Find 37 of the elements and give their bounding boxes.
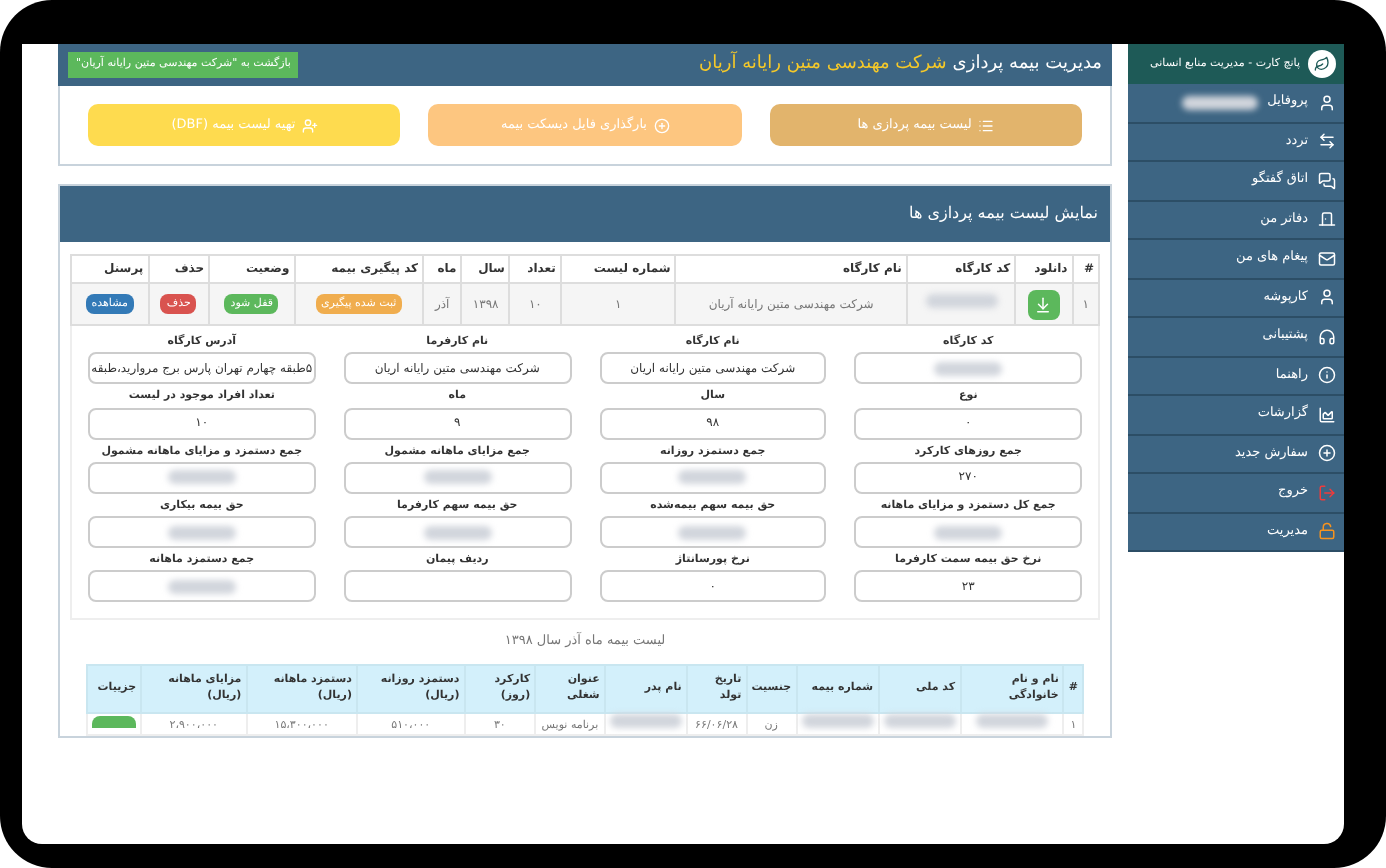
input-field[interactable] [343,516,571,548]
company-name: شرکت مهندسی متین رایانه آریان [699,51,947,78]
panel-title: نمایش لیست بیمه پردازی ها [909,202,1098,226]
input-field[interactable] [343,570,571,603]
redacted-blur [925,294,997,308]
redacted-blur [801,714,874,728]
door-icon [1318,210,1336,229]
input-field[interactable] [599,516,827,548]
chart-icon [1318,405,1336,424]
redacted-blur [609,714,682,728]
arrows-icon [1318,132,1336,151]
chat-icon [1318,171,1336,190]
logout-icon [1318,483,1336,502]
download-icon [1034,295,1053,313]
details-button[interactable] [92,716,137,728]
user-plus-icon [301,117,318,133]
redacted-blur [975,714,1048,728]
plus-icon [1318,444,1336,463]
input-field[interactable] [88,516,316,548]
mail-icon [1318,249,1336,268]
user-icon [1318,288,1336,307]
headset-icon [1318,327,1336,346]
page-title: مدیریت بیمه پردازی [952,51,1102,78]
user-icon [1318,93,1336,112]
download-button[interactable] [1027,289,1060,319]
input-field[interactable] [88,461,316,494]
input-field[interactable] [599,461,827,494]
input-field[interactable] [854,352,1082,385]
plus-icon [653,117,669,133]
input-field[interactable] [343,461,571,494]
input-field[interactable] [88,570,316,603]
input-field[interactable] [854,516,1082,548]
lock-icon [1318,522,1336,541]
info-icon [1318,366,1336,385]
logo-icon [1308,50,1336,78]
list-icon [977,117,994,133]
redacted-blur [883,714,956,728]
